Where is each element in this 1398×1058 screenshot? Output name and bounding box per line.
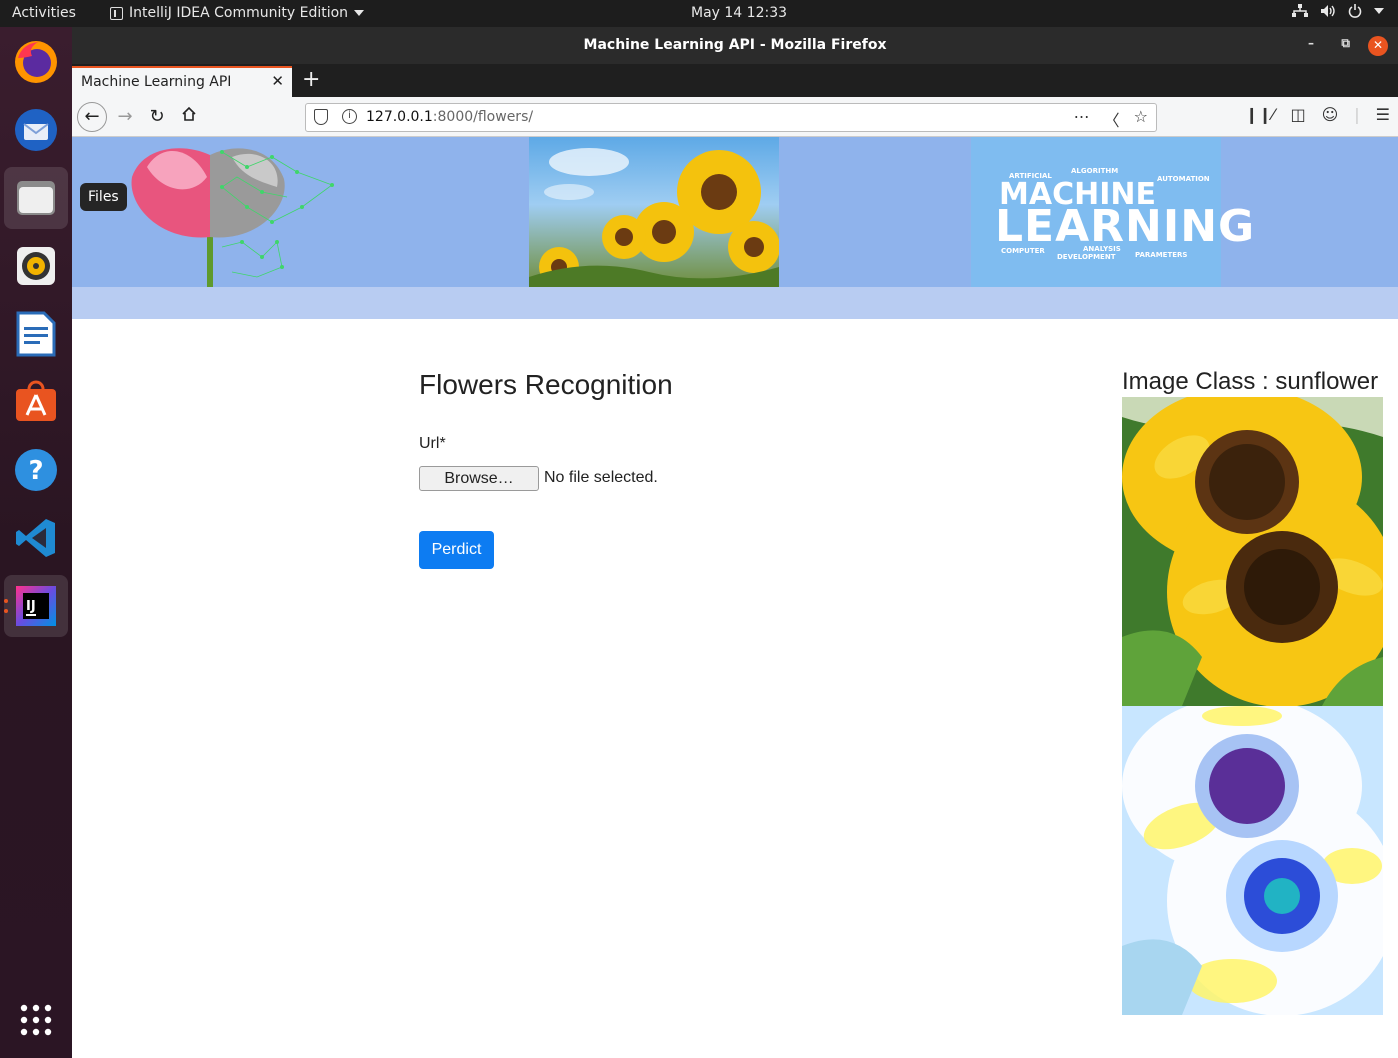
vscode-icon: [16, 519, 55, 557]
gnome-top-bar: Activities IntelliJ IDEA Community Editi…: [0, 0, 1398, 27]
dock-vscode[interactable]: [4, 507, 68, 569]
tracking-protection-icon[interactable]: [314, 109, 328, 125]
browse-button[interactable]: Browse…: [419, 466, 539, 491]
libreoffice-writer-icon: [16, 311, 56, 357]
tulip-network-image: [131, 148, 334, 287]
app-menu[interactable]: IntelliJ IDEA Community Edition: [110, 5, 365, 21]
rhythmbox-icon: [17, 247, 55, 285]
svg-text:IJ: IJ: [26, 599, 36, 614]
volume-icon: [1321, 5, 1335, 17]
page-content: ALGORITHM ARTIFICIAL AUTOMATION MACHINE …: [72, 137, 1398, 1058]
page-actions-icon[interactable]: ⋯: [1074, 107, 1090, 131]
dock-show-apps[interactable]: [4, 989, 68, 1051]
dock-intellij[interactable]: IJ: [4, 575, 68, 637]
file-status-text: No file selected.: [544, 469, 658, 486]
ml-word: COMPUTER: [1001, 247, 1045, 255]
ml-line-2: LEARNING: [995, 201, 1256, 252]
sunflower-inverted-image: [1122, 706, 1383, 1015]
hamburger-menu-icon[interactable]: ☰: [1376, 105, 1390, 124]
sidebar-icon[interactable]: ◫: [1290, 105, 1305, 124]
home-icon: [182, 106, 196, 121]
running-indicator: [4, 609, 8, 613]
url-host: 127.0.0.1: [366, 109, 433, 125]
firefox-window: Machine Learning API - Mozilla Firefox –…: [72, 27, 1398, 1058]
toolbar-separator: |: [1354, 105, 1360, 124]
tab-strip: Machine Learning API ✕ +: [72, 64, 1398, 97]
banner-strip: [72, 287, 1398, 319]
show-apps-icon: [20, 1004, 52, 1036]
dock-rhythmbox[interactable]: [4, 235, 68, 297]
intellij-small-icon: [110, 6, 123, 20]
tab-close-icon[interactable]: ✕: [271, 72, 284, 90]
library-icon[interactable]: ❙❙⁄: [1245, 105, 1274, 124]
window-titlebar[interactable]: Machine Learning API - Mozilla Firefox –…: [72, 27, 1398, 64]
network-icon: [1292, 4, 1308, 17]
ml-word: DEVELOPMENT: [1057, 253, 1116, 261]
activities-button[interactable]: Activities: [12, 5, 76, 21]
form-title: Flowers Recognition: [419, 369, 673, 400]
dock-thunderbird[interactable]: [4, 99, 68, 161]
url-bar[interactable]: i 127.0.0.1:8000/flowers/ ⋯ 〈 ☆: [305, 103, 1157, 132]
ml-word: ANALYSIS: [1083, 245, 1121, 253]
new-tab-button[interactable]: +: [302, 67, 320, 92]
system-menu[interactable]: [1292, 4, 1384, 18]
dock-software[interactable]: [4, 371, 68, 433]
app-menu-label: IntelliJ IDEA Community Edition: [129, 5, 349, 21]
ml-word: PARAMETERS: [1135, 251, 1188, 259]
header-banner: ALGORITHM ARTIFICIAL AUTOMATION MACHINE …: [72, 137, 1398, 287]
pocket-icon[interactable]: 〈: [1104, 107, 1120, 131]
sunflower-result-image: [1122, 397, 1383, 706]
minimize-button[interactable]: –: [1308, 36, 1314, 50]
dock: ? IJ: [0, 27, 72, 1058]
svg-text:?: ?: [28, 456, 43, 486]
chevron-down-icon: [1374, 8, 1384, 14]
tab-machine-learning-api[interactable]: Machine Learning API ✕: [72, 66, 292, 97]
sunflower-field-image: [529, 137, 779, 287]
url-field-label: Url*: [419, 435, 446, 452]
dock-writer[interactable]: [4, 303, 68, 365]
clock[interactable]: May 14 12:33: [691, 5, 787, 21]
home-button[interactable]: [175, 103, 203, 131]
machine-learning-image: ALGORITHM ARTIFICIAL AUTOMATION MACHINE …: [971, 137, 1254, 287]
ml-word: AUTOMATION: [1157, 175, 1210, 183]
tab-label: Machine Learning API: [81, 74, 232, 90]
power-icon: [1348, 4, 1362, 18]
dock-help[interactable]: ?: [4, 439, 68, 501]
navigation-toolbar: ← → ↻ i 127.0.0.1:8000/flowers/ ⋯ 〈 ☆ ❙❙…: [72, 97, 1398, 137]
firefox-icon: [15, 41, 57, 83]
dock-firefox[interactable]: [4, 31, 68, 93]
running-indicator: [4, 599, 8, 603]
url-path: :8000/flowers/: [432, 109, 534, 125]
reload-button[interactable]: ↻: [143, 103, 171, 131]
files-icon: [17, 181, 55, 215]
window-title: Machine Learning API - Mozilla Firefox: [583, 37, 887, 53]
site-info-icon[interactable]: i: [342, 109, 357, 124]
account-icon[interactable]: ☺: [1322, 105, 1339, 124]
dock-tooltip: Files: [80, 183, 127, 211]
back-button[interactable]: ←: [77, 102, 107, 132]
thunderbird-icon: [15, 109, 57, 151]
forward-button[interactable]: →: [111, 103, 139, 131]
bookmark-star-icon[interactable]: ☆: [1134, 107, 1148, 131]
predict-button[interactable]: Perdict: [419, 531, 494, 569]
url-text[interactable]: 127.0.0.1:8000/flowers/: [366, 109, 533, 125]
window-close-button[interactable]: ✕: [1368, 36, 1388, 56]
intellij-icon: IJ: [16, 586, 56, 626]
restore-button[interactable]: ⧉: [1341, 36, 1350, 51]
chevron-down-icon: [354, 10, 365, 16]
dock-files[interactable]: [4, 167, 68, 229]
result-title: Image Class : sunflower: [1122, 368, 1379, 395]
software-center-icon: [16, 380, 56, 421]
ml-word: ALGORITHM: [1071, 167, 1119, 175]
help-icon: ?: [15, 449, 57, 491]
